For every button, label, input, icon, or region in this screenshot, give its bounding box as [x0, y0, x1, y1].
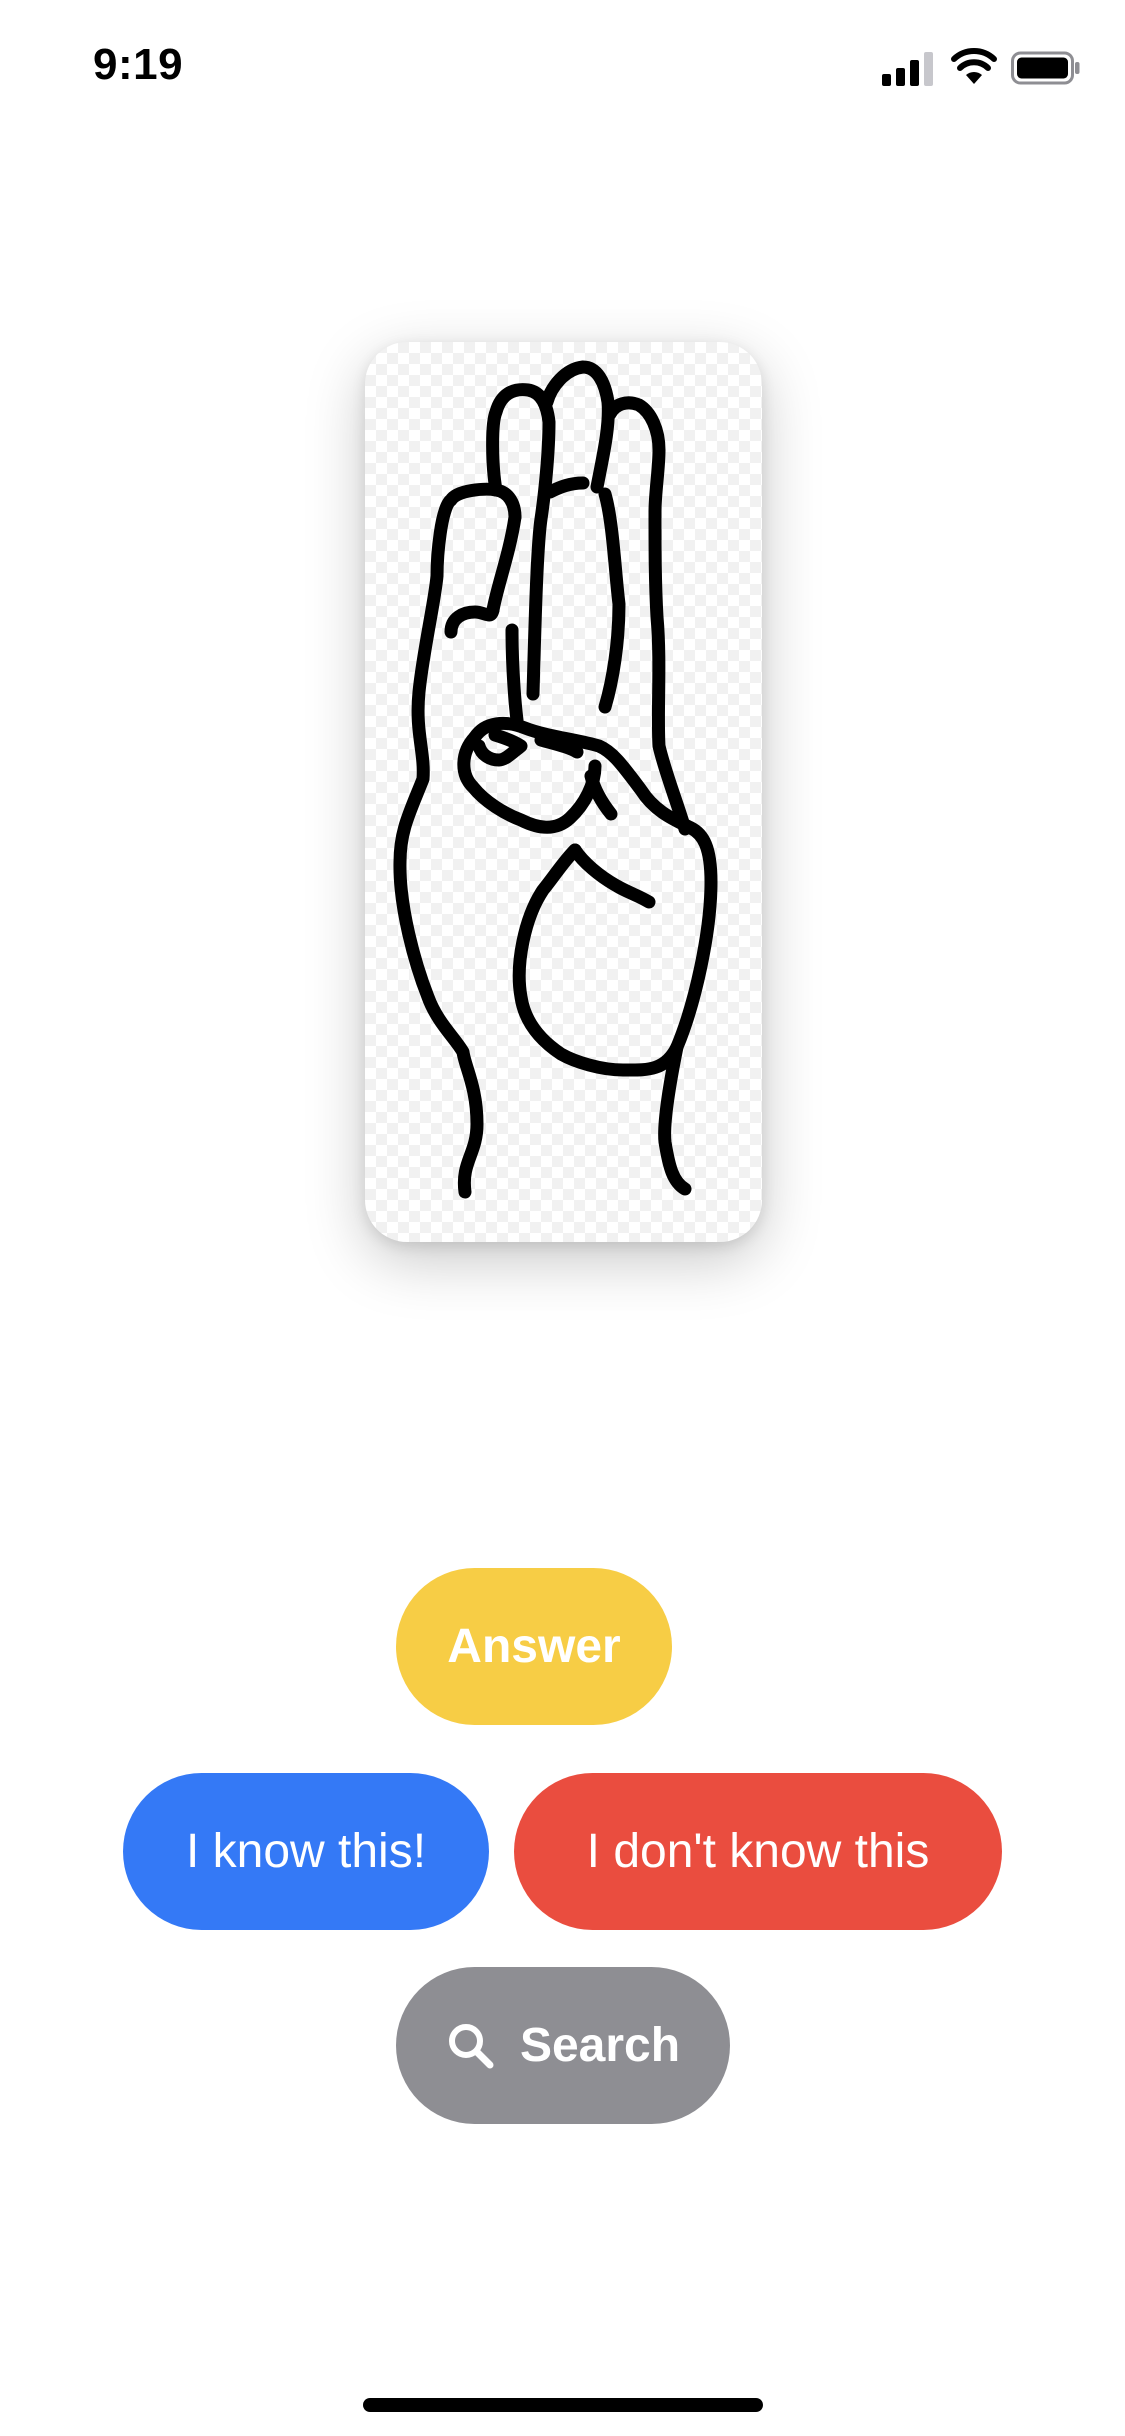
hand-sign-illustration	[393, 360, 718, 1199]
wifi-icon	[951, 48, 997, 84]
cellular-signal-icon	[882, 50, 936, 86]
dont-know-this-button[interactable]: I don't know this	[514, 1773, 1002, 1930]
status-bar: 9:19	[0, 0, 1125, 135]
flashcard-image	[365, 342, 762, 1242]
answer-button-label: Answer	[447, 1620, 621, 1673]
search-button[interactable]: Search	[396, 1967, 730, 2124]
status-time: 9:19	[93, 40, 184, 89]
search-icon	[448, 2023, 494, 2068]
search-button-label: Search	[519, 2019, 681, 2072]
home-indicator[interactable]	[363, 2398, 763, 2412]
know-this-button[interactable]: I know this!	[123, 1773, 489, 1930]
battery-icon	[1011, 51, 1080, 85]
know-this-button-label: I know this!	[185, 1825, 427, 1878]
answer-button[interactable]: Answer	[396, 1568, 672, 1725]
dont-know-this-button-label: I don't know this	[586, 1825, 930, 1878]
